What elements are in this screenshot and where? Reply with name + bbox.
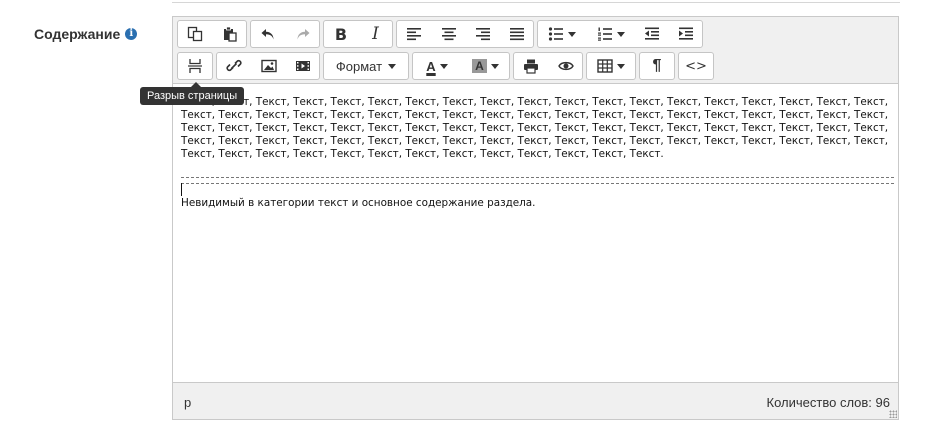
align-justify-icon	[509, 28, 524, 41]
resize-handle[interactable]	[889, 410, 897, 418]
pagebreak-group	[177, 52, 213, 80]
italic-button[interactable]: I	[358, 21, 392, 47]
link-button[interactable]	[217, 53, 251, 79]
style-group: B I	[323, 20, 393, 48]
outdent-icon	[644, 27, 659, 40]
align-left-button[interactable]	[397, 21, 431, 47]
show-blocks-button[interactable]: ¶	[640, 53, 674, 79]
print-icon	[524, 59, 538, 74]
chevron-down-icon	[388, 63, 397, 69]
text-color-icon: A	[426, 59, 435, 74]
chevron-down-icon	[616, 31, 625, 37]
rich-text-editor: B I Формат A A ¶ <> Текст, Текст, Текст,…	[172, 16, 899, 420]
tools-group	[513, 52, 583, 80]
paste-button[interactable]	[212, 21, 246, 47]
history-group	[250, 20, 320, 48]
italic-icon: I	[372, 24, 379, 44]
numbered-list-icon	[597, 27, 612, 41]
bg-color-icon: A	[472, 59, 487, 73]
chevron-down-icon	[617, 63, 625, 69]
code-group: <>	[678, 52, 714, 80]
paste-icon	[223, 26, 237, 42]
redo-button[interactable]	[285, 21, 319, 47]
pilcrow-icon: ¶	[652, 57, 662, 74]
media-button[interactable]	[285, 53, 319, 79]
bold-button[interactable]: B	[324, 21, 358, 47]
content-label-text: Содержание	[34, 26, 121, 42]
editor-body-text[interactable]: Текст, Текст, Текст, Текст, Текст, Текст…	[181, 96, 892, 161]
format-group: Формат	[323, 52, 409, 80]
text-color-button[interactable]: A	[413, 53, 461, 79]
page-break-marker	[181, 177, 894, 184]
source-code-button[interactable]: <>	[679, 53, 713, 79]
editor-hidden-text[interactable]: Невидимый в категории текст и основное с…	[181, 197, 535, 210]
text-color-label: A	[426, 58, 436, 74]
element-path[interactable]: p	[184, 395, 191, 410]
editor-toolbar: B I Формат A A ¶ <>	[173, 17, 898, 84]
word-count: Количество слов: 96	[766, 395, 890, 410]
toolbar-row-2: Формат A A ¶ <>	[177, 52, 714, 80]
table-icon	[597, 59, 613, 73]
align-center-button[interactable]	[431, 21, 465, 47]
text-cursor	[181, 183, 182, 196]
indent-icon	[678, 27, 693, 40]
redo-icon	[297, 29, 309, 40]
image-button[interactable]	[251, 53, 285, 79]
undo-button[interactable]	[251, 21, 285, 47]
align-right-button[interactable]	[465, 21, 499, 47]
toolbar-row-1: B I	[177, 20, 703, 48]
link-icon	[226, 59, 242, 72]
chevron-down-icon	[490, 63, 499, 69]
numbered-list-button[interactable]	[586, 21, 634, 47]
print-button[interactable]	[514, 53, 548, 79]
code-icon: <>	[685, 58, 707, 74]
pilcrow-group: ¶	[639, 52, 675, 80]
align-left-icon	[407, 28, 421, 41]
indent-button[interactable]	[668, 21, 702, 47]
align-justify-button[interactable]	[499, 21, 533, 47]
insert-group	[216, 52, 320, 80]
bold-icon: B	[334, 24, 348, 44]
preview-button[interactable]	[548, 53, 582, 79]
bullet-list-button[interactable]	[538, 21, 586, 47]
eye-icon	[557, 61, 574, 71]
align-group	[396, 20, 534, 48]
info-icon[interactable]: i	[125, 28, 138, 40]
format-dropdown[interactable]: Формат	[324, 53, 408, 79]
list-group	[537, 20, 703, 48]
chevron-down-icon	[439, 63, 448, 69]
top-divider	[172, 0, 900, 3]
table-group	[586, 52, 636, 80]
bg-color-label: A	[475, 59, 484, 73]
align-center-icon	[441, 28, 456, 41]
page-break-tooltip: Разрыв страницы	[140, 82, 245, 105]
chevron-down-icon	[568, 31, 576, 37]
align-right-icon	[475, 28, 490, 41]
editor-statusbar: p Количество слов: 96	[173, 382, 898, 419]
table-button[interactable]	[587, 53, 635, 79]
media-icon	[295, 61, 310, 71]
undo-icon	[261, 29, 274, 40]
bg-color-button[interactable]: A	[461, 53, 509, 79]
format-label: Формат	[335, 58, 383, 74]
outdent-button[interactable]	[634, 21, 668, 47]
page-break-icon	[188, 59, 202, 73]
clipboard-group	[177, 20, 247, 48]
image-icon	[260, 59, 277, 73]
page-break-button[interactable]	[178, 53, 212, 79]
content-field-label: Содержание i	[34, 26, 138, 42]
copy-icon	[187, 26, 203, 42]
color-group: A A	[412, 52, 510, 80]
copy-button[interactable]	[178, 21, 212, 47]
bullet-list-icon	[548, 27, 563, 41]
